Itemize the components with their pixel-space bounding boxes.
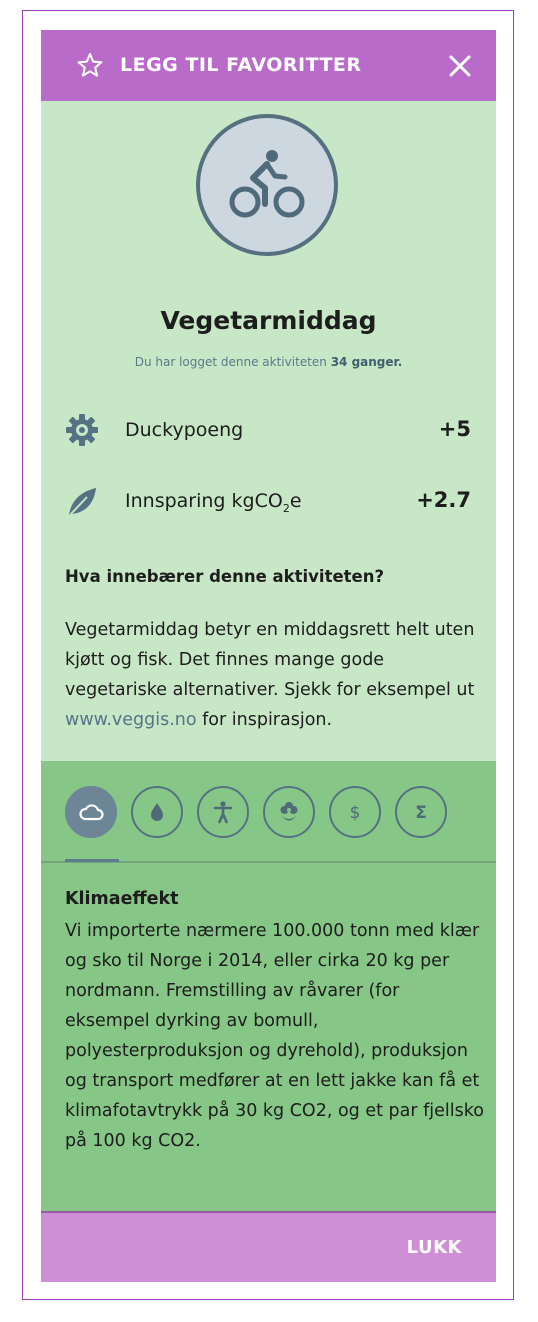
close-icon[interactable] xyxy=(448,54,472,78)
active-tab-indicator xyxy=(65,859,119,862)
logged-count-text: Du har logget denne aktiviteten 34 gange… xyxy=(134,355,403,369)
activity-title: Vegetarmiddag xyxy=(160,306,377,335)
tab-water[interactable] xyxy=(131,786,183,838)
bicycle-icon xyxy=(229,150,305,218)
stat-label: Innsparing kgCO2e xyxy=(125,490,302,515)
impact-title: Klimaeffekt xyxy=(65,889,179,909)
veggis-link[interactable]: www.veggis.no xyxy=(65,710,197,730)
modal-footer: LUKK xyxy=(41,1211,496,1282)
stat-label: Duckypoeng xyxy=(125,419,244,441)
tab-nature[interactable] xyxy=(263,786,315,838)
water-drop-icon xyxy=(151,803,163,821)
svg-text:$: $ xyxy=(350,803,361,823)
activity-icon-circle xyxy=(196,114,338,256)
stat-value: +5 xyxy=(438,417,471,441)
tab-climate[interactable] xyxy=(65,786,117,838)
activity-details: Vegetarmiddag Du har logget denne aktivi… xyxy=(41,101,496,761)
add-to-favorites-button[interactable]: LEGG TIL FAVORITTER xyxy=(120,54,362,76)
tab-total[interactable]: Σ xyxy=(395,786,447,838)
sigma-icon: Σ xyxy=(415,803,427,823)
impact-tabs-panel: $ Σ Klimaeffekt Vi importerte nærmere 10… xyxy=(41,761,496,1211)
person-icon xyxy=(213,801,233,824)
flower-icon xyxy=(280,802,298,821)
close-button[interactable]: LUKK xyxy=(407,1237,462,1258)
stat-value: +2.7 xyxy=(416,488,471,512)
dollar-icon: $ xyxy=(350,803,361,823)
activity-modal: LEGG TIL FAVORITTER Vegetarmiddag Du har… xyxy=(41,30,496,1282)
impact-text: Vi importerte nærmere 100.000 tonn med k… xyxy=(65,921,484,1151)
star-outline-icon[interactable] xyxy=(77,52,103,78)
activity-description: Vegetarmiddag betyr en middagsrett helt … xyxy=(65,620,475,730)
modal-header: LEGG TIL FAVORITTER xyxy=(41,30,496,101)
stat-row-points: Duckypoeng +5 xyxy=(65,413,471,447)
cloud-icon xyxy=(79,804,104,821)
tab-economy[interactable]: $ xyxy=(329,786,381,838)
leaf-icon xyxy=(65,484,99,518)
description-heading: Hva innebærer denne aktiviteten? xyxy=(65,567,385,586)
stat-row-savings: Innsparing kgCO2e +2.7 xyxy=(65,484,471,518)
tab-health[interactable] xyxy=(197,786,249,838)
gear-icon xyxy=(65,413,99,447)
svg-text:Σ: Σ xyxy=(415,803,427,823)
